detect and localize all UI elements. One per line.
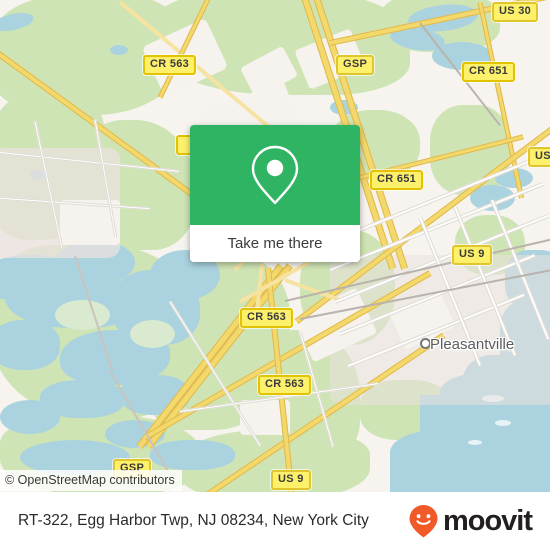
map-screenshot: Pleasantville US 30 CR 563 GSP CR 651 US… <box>0 0 550 550</box>
road-track <box>74 255 114 371</box>
address-label: RT-322, Egg Harbor Twp, NJ 08234, New Yo… <box>18 512 369 529</box>
road-shield-us-9: US 9 <box>452 245 492 265</box>
road-us9-lower <box>142 270 432 441</box>
road-us9-bottom <box>193 332 446 492</box>
map-canvas[interactable]: Pleasantville US 30 CR 563 GSP CR 651 US… <box>0 0 550 492</box>
map-pin-icon <box>251 145 299 205</box>
road-shield-us-9: US 9 <box>528 147 550 167</box>
road-shield-us-9: US 9 <box>271 470 311 490</box>
road-shield-cr-563: CR 563 <box>240 308 294 328</box>
road-cr563-north <box>157 0 242 99</box>
road-minor <box>33 121 64 249</box>
road-shield-gsp: GSP <box>336 55 375 75</box>
footer-bar: RT-322, Egg Harbor Twp, NJ 08234, New Yo… <box>0 492 550 550</box>
road-shield-cr-563: CR 563 <box>143 55 197 75</box>
location-popup-card[interactable]: Take me there <box>190 125 360 262</box>
place-label-pleasantville: Pleasantville <box>430 336 515 353</box>
road-shield-cr-563: CR 563 <box>258 375 312 395</box>
road-minor <box>0 196 150 211</box>
moovit-smiley-pin-icon <box>409 505 438 538</box>
moovit-logo[interactable]: moovit <box>408 504 533 538</box>
take-me-there-label: Take me there <box>227 235 323 252</box>
road-shield-us-30: US 30 <box>492 2 539 22</box>
road-shield-cr-651: CR 651 <box>462 62 516 82</box>
take-me-there-button[interactable]: Take me there <box>190 225 360 262</box>
map-attribution[interactable]: © OpenStreetMap contributors <box>0 470 182 491</box>
road-shield-cr-651: CR 651 <box>370 170 424 190</box>
popup-icon-area <box>190 125 360 225</box>
moovit-wordmark: moovit <box>442 504 533 537</box>
